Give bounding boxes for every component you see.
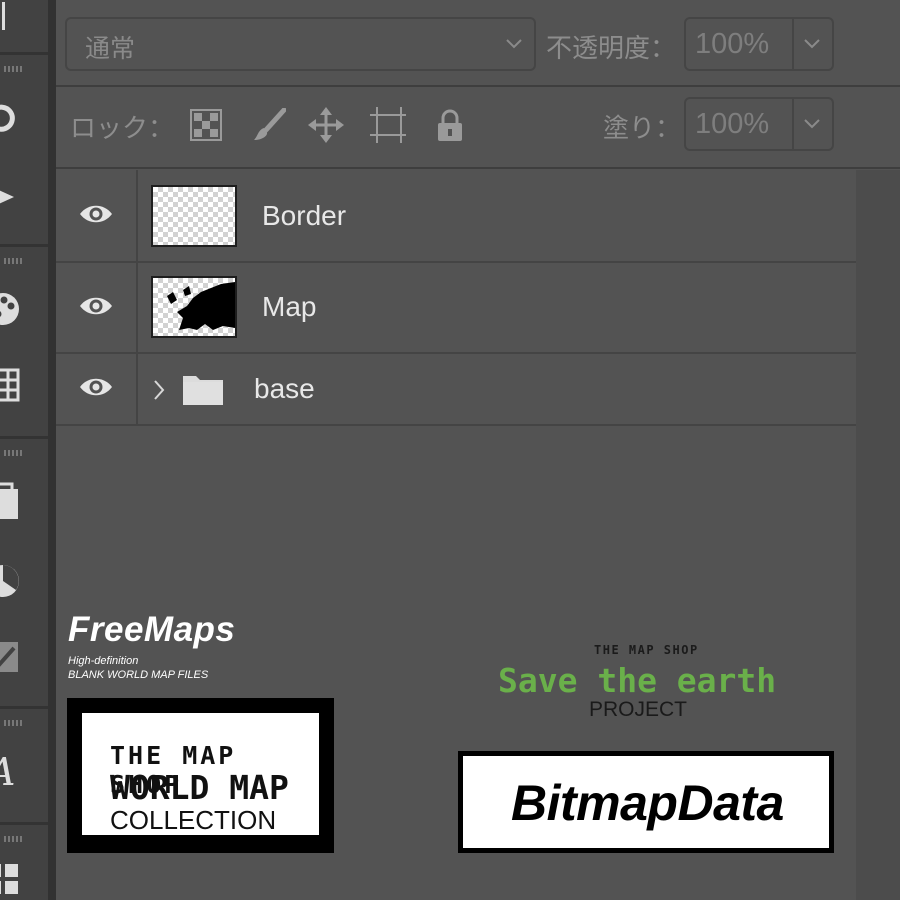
tool-separator xyxy=(0,706,48,709)
bitmapdata-logo: BitmapData xyxy=(458,751,834,853)
lock-label: ロック： xyxy=(70,114,175,144)
section-divider xyxy=(56,85,900,87)
grid-table-icon[interactable] xyxy=(0,368,20,402)
eye-icon[interactable] xyxy=(78,294,114,322)
visibility-toggle[interactable] xyxy=(56,170,138,261)
layer-row-map[interactable]: Map xyxy=(56,263,856,354)
grip-handle[interactable] xyxy=(4,66,24,72)
section-divider xyxy=(56,167,900,169)
freemaps-tagline: BLANK WORLD MAP FILES xyxy=(68,669,209,681)
checkerboard-icon[interactable] xyxy=(188,107,224,143)
layer-thumbnail xyxy=(151,185,237,247)
artboard-icon[interactable] xyxy=(370,107,406,143)
chevron-down-icon[interactable] xyxy=(802,113,822,137)
freemaps-subtitle: High-definition xyxy=(68,655,139,667)
eye-icon[interactable] xyxy=(78,202,114,230)
history-brush-icon[interactable] xyxy=(0,102,20,136)
layer-name: base xyxy=(254,373,315,404)
field-divider xyxy=(792,19,794,69)
layer-row-border[interactable]: Border xyxy=(56,170,856,263)
map-silhouette xyxy=(167,282,235,330)
folder-icon xyxy=(182,372,224,410)
layer-name: Border xyxy=(262,200,347,231)
adjust-circle-icon[interactable] xyxy=(0,564,20,598)
library-icon[interactable] xyxy=(0,482,20,519)
scrollbar-track[interactable] xyxy=(856,170,900,900)
freemaps-title: FreeMaps xyxy=(68,610,236,649)
chevron-down-icon[interactable] xyxy=(802,33,822,57)
tool-separator xyxy=(0,52,48,55)
brush-icon[interactable] xyxy=(251,107,287,143)
fill-label: 塗り： xyxy=(603,114,682,144)
opacity-label: 不透明度： xyxy=(546,34,677,64)
opacity-field[interactable]: 100% xyxy=(684,17,834,71)
tool-icon[interactable] xyxy=(0,0,20,34)
grip-handle[interactable] xyxy=(4,836,24,842)
tool-separator xyxy=(0,436,48,439)
tool-separator xyxy=(0,244,48,247)
save-earth-brand: THE MAP SHOP xyxy=(594,643,699,657)
save-earth-title: Save the earth xyxy=(498,661,777,700)
chevron-right-icon[interactable] xyxy=(152,378,166,406)
visibility-toggle[interactable] xyxy=(56,354,138,424)
tool-separator xyxy=(0,822,48,825)
play-icon[interactable] xyxy=(0,180,20,214)
panels-icon[interactable] xyxy=(0,862,20,896)
bitmapdata-logo-inner: BitmapData xyxy=(463,756,829,848)
bitmapdata-text: BitmapData xyxy=(511,775,784,831)
field-divider xyxy=(792,99,794,149)
map-shop-logo-inner: THE MAP SHOP WORLD MAP COLLECTION xyxy=(82,713,319,835)
mask-icon[interactable] xyxy=(0,640,20,674)
blend-mode-value: 通常 xyxy=(85,34,136,63)
color-palette-icon[interactable] xyxy=(0,292,20,326)
grip-handle[interactable] xyxy=(4,450,24,456)
padlock-icon[interactable] xyxy=(432,107,468,143)
save-earth-project: PROJECT xyxy=(589,698,688,721)
svg-text:A: A xyxy=(0,751,15,791)
move-arrows-icon[interactable] xyxy=(308,107,344,143)
grip-handle[interactable] xyxy=(4,258,24,264)
glyph-type-icon[interactable]: A xyxy=(0,751,20,791)
panel-border xyxy=(48,0,56,900)
map-shop-line3: COLLECTION xyxy=(110,805,277,835)
fill-field[interactable]: 100% xyxy=(684,97,834,151)
map-shop-line2: WORLD MAP xyxy=(110,768,289,807)
eye-icon[interactable] xyxy=(78,375,114,403)
map-shop-logo: THE MAP SHOP WORLD MAP COLLECTION xyxy=(67,698,334,853)
visibility-toggle[interactable] xyxy=(56,263,138,352)
tool-strip: A xyxy=(0,0,48,900)
chevron-down-icon xyxy=(504,33,524,57)
layer-thumbnail xyxy=(151,276,237,338)
opacity-value: 100% xyxy=(695,28,770,60)
layer-name: Map xyxy=(262,291,317,322)
grip-handle[interactable] xyxy=(4,720,24,726)
blend-mode-select[interactable]: 通常 xyxy=(65,17,536,71)
layer-row-base-group[interactable]: base xyxy=(56,354,856,426)
fill-value: 100% xyxy=(695,108,770,140)
